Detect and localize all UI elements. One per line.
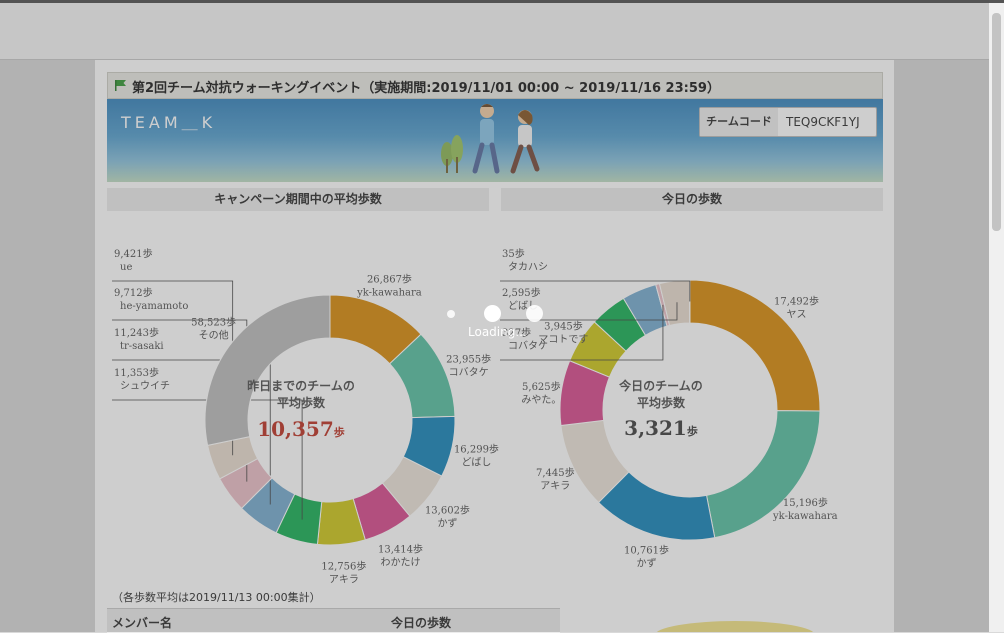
loading-dot-medium — [526, 305, 543, 322]
scrollbar-thumb[interactable] — [992, 13, 1001, 231]
loading-text: Loading... — [468, 325, 527, 339]
vertical-scrollbar[interactable] — [989, 3, 1004, 632]
loading-dot-small — [447, 310, 455, 318]
loading-dot-large — [484, 305, 501, 322]
